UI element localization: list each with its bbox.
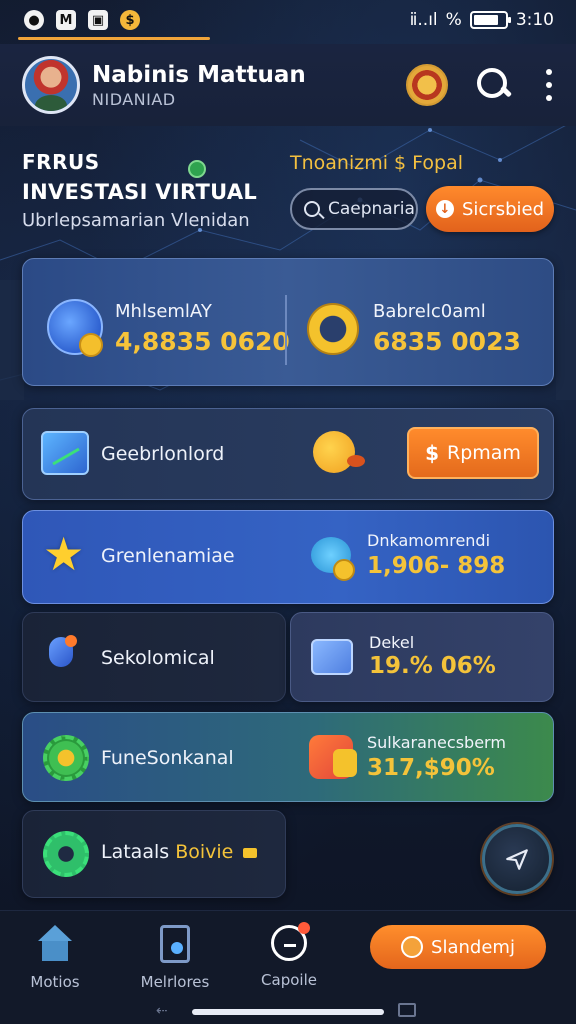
- home-icon: [36, 925, 74, 963]
- profile-icon: [271, 922, 310, 961]
- hero-title-small: FRRUS: [22, 150, 100, 174]
- nav-label: Capoile: [261, 971, 317, 989]
- debit-label: Dekel: [369, 633, 415, 652]
- nav-item-home[interactable]: Motios: [0, 925, 110, 991]
- document-icon: [160, 925, 190, 963]
- hero-section: FRRUS INVESTASI VIRTUAL Ubrlepsamarian V…: [22, 150, 282, 231]
- subscribed-button-label: Sicrsbied: [461, 198, 545, 220]
- send-fab-button[interactable]: [482, 824, 552, 894]
- list-item-debit[interactable]: Dekel 19.% 06%: [290, 612, 554, 702]
- rank-badge-icon[interactable]: [406, 64, 448, 106]
- battery-icon: [469, 11, 511, 29]
- row-label: Sekolomical: [101, 647, 215, 669]
- more-menu-icon[interactable]: [544, 69, 554, 101]
- gold-coin-icon: [307, 303, 359, 355]
- gallery-icon: ▣: [88, 10, 108, 30]
- list-item-latest[interactable]: Lataals Boivie: [22, 810, 286, 898]
- row-right-value: 1,906- 898: [367, 553, 506, 579]
- latest-label: Lataals: [101, 841, 170, 863]
- promo-text: Tnoanizmi $ Fopal: [290, 152, 464, 174]
- search-icon[interactable]: [474, 65, 514, 105]
- list-item-featured[interactable]: ★ Grenlenamiae Dnkamomrendi 1,906- 898: [22, 510, 554, 604]
- nav-item-profile[interactable]: Capoile: [234, 922, 344, 989]
- divider: [285, 295, 287, 365]
- record-icon: ●: [24, 10, 44, 30]
- search-icon: [304, 201, 320, 217]
- avatar[interactable]: [22, 56, 80, 114]
- settings-gear-icon: [43, 831, 89, 877]
- hero-title: INVESTASI VIRTUAL: [22, 180, 258, 204]
- row-right-label: Dnkamomrendi: [367, 531, 491, 550]
- recents-icon[interactable]: [398, 1003, 416, 1017]
- standard-button[interactable]: Slandemj: [370, 925, 546, 969]
- standard-button-label: Slandemj: [431, 936, 515, 958]
- row-label: FuneSonkanal: [101, 747, 234, 769]
- send-icon: [506, 849, 528, 870]
- balance-right-label: Babrelc0aml: [373, 301, 486, 322]
- row-right-value: 317,$90%: [367, 755, 495, 781]
- signal-icon: ⅱ..ıl: [409, 10, 438, 30]
- row-right-label: Sulkaranecsberm: [367, 733, 506, 752]
- search-button-label: Caepnaria: [328, 199, 415, 219]
- subscribed-button[interactable]: ↓ Sicrsbied: [426, 186, 554, 232]
- list-item-chart[interactable]: Geebrlonlord $ Rpmam: [22, 408, 554, 500]
- program-button-label: Rpmam: [447, 442, 521, 464]
- list-item-growth[interactable]: FuneSonkanal Sulkaranecsberm 317,$90%: [22, 712, 554, 802]
- verified-icon: [188, 160, 206, 178]
- loading-progress-bar: [18, 37, 210, 40]
- balance-right-value: 6835 0023: [373, 327, 521, 356]
- coin-notification-icon: $: [120, 10, 140, 30]
- wallet-icon: [311, 639, 353, 675]
- mascot-icon: [313, 431, 365, 473]
- home-indicator[interactable]: [192, 1009, 384, 1015]
- nav-item-documents[interactable]: Melrlores: [120, 925, 230, 991]
- download-icon: ↓: [435, 200, 454, 218]
- debit-value: 19.% 06%: [369, 653, 496, 679]
- microphone-icon: [45, 635, 79, 681]
- mail-icon: M: [56, 10, 76, 30]
- latest-accent-label: Boivie: [175, 841, 234, 863]
- back-gesture-icon[interactable]: ⇠: [156, 1003, 168, 1019]
- hero-subtitle: Ubrlepsamarian Vlenidan: [22, 210, 250, 231]
- list-item-social[interactable]: Sekolomical: [22, 612, 286, 702]
- row-label: Lataals Boivie: [101, 841, 258, 863]
- balance-card[interactable]: MhlsemlAY 4,8835 0620 Babrelc0aml 6835 0…: [22, 258, 554, 386]
- nav-label: Melrlores: [140, 973, 210, 991]
- search-button[interactable]: Caepnaria: [290, 188, 418, 230]
- rewards-icon: [309, 735, 357, 779]
- wifi-off-icon: %: [445, 10, 462, 30]
- gear-icon: [43, 735, 89, 781]
- app-header: Nabinis Mattuan NIDANIAD: [0, 44, 576, 126]
- bottom-navigation: Motios Melrlores Capoile Slandemj ⇠: [0, 910, 576, 1024]
- user-name: Nabinis Mattuan: [92, 61, 306, 88]
- star-icon: ★: [43, 527, 85, 581]
- balance-left-value: 4,8835 0620: [115, 327, 290, 356]
- tag-icon: [243, 847, 258, 858]
- nav-label: Motios: [30, 973, 80, 991]
- status-time: 3:10: [515, 10, 554, 30]
- balance-left-label: MhlsemlAY: [115, 301, 212, 322]
- row-label: Geebrlonlord: [101, 443, 225, 465]
- user-subtitle: NIDANIAD: [92, 89, 176, 109]
- chart-icon: [41, 431, 89, 475]
- status-bar: ● M ▣ $ ⅱ..ıl % 3:10: [0, 0, 576, 40]
- program-button[interactable]: $ Rpmam: [407, 427, 539, 479]
- clock-icon: [401, 936, 424, 958]
- coin-badge-icon: [333, 559, 355, 581]
- user-info: Nabinis Mattuan NIDANIAD: [92, 62, 406, 109]
- dollar-icon: $: [425, 441, 439, 465]
- row-label: Grenlenamiae: [101, 545, 235, 567]
- coin-badge-icon: [79, 333, 103, 357]
